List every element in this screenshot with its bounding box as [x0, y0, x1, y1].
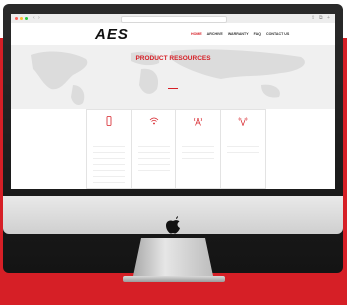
- smartphone-icon: [106, 116, 112, 126]
- main-menu: HOME ARCHIVE WARRANTY FAQ CONTACT US: [191, 32, 293, 36]
- divider: [182, 158, 214, 159]
- imac-monitor: ‹ › ⇪ ⧉ + AES HOME ARCHIVE WARRANTY FAQ …: [3, 4, 343, 282]
- menu-item-warranty[interactable]: WARRANTY: [228, 32, 249, 36]
- menu-item-faq[interactable]: FAQ: [254, 32, 261, 36]
- divider: [93, 152, 125, 153]
- back-icon[interactable]: ‹: [33, 16, 35, 21]
- share-icon[interactable]: ⇪: [311, 16, 315, 21]
- divider: [182, 152, 214, 153]
- radio-tower-icon: [194, 117, 202, 126]
- hero-divider: [168, 88, 178, 89]
- apple-logo-icon: [166, 216, 180, 234]
- close-window-icon[interactable]: [15, 17, 18, 20]
- antenna-icon: [238, 117, 247, 126]
- browser-screen: ‹ › ⇪ ⧉ + AES HOME ARCHIVE WARRANTY FAQ …: [11, 14, 335, 189]
- divider: [226, 152, 259, 153]
- card-cellular[interactable]: [86, 109, 132, 189]
- divider: [137, 164, 170, 165]
- resource-cards: [86, 109, 266, 189]
- maximize-window-icon[interactable]: [25, 17, 28, 20]
- card-wireless-lan[interactable]: [175, 109, 221, 189]
- divider: [93, 176, 125, 177]
- divider: [137, 158, 170, 159]
- menu-item-archive[interactable]: ARCHIVE: [207, 32, 223, 36]
- minimize-window-icon[interactable]: [20, 17, 23, 20]
- divider: [226, 146, 259, 147]
- new-tab-icon[interactable]: +: [327, 16, 330, 21]
- divider: [93, 170, 125, 171]
- tabs-icon[interactable]: ⧉: [319, 16, 323, 21]
- card-mobile[interactable]: [219, 109, 266, 189]
- divider: [137, 146, 170, 147]
- divider: [93, 164, 125, 165]
- menu-item-home[interactable]: HOME: [191, 32, 202, 36]
- divider: [93, 182, 125, 183]
- divider: [137, 152, 170, 153]
- wifi-icon: [149, 117, 158, 125]
- site-logo[interactable]: AES: [95, 26, 129, 43]
- monitor-base: [123, 276, 225, 282]
- card-wifi[interactable]: [130, 109, 177, 189]
- divider: [93, 146, 125, 147]
- divider: [137, 170, 170, 171]
- divider: [182, 146, 214, 147]
- forward-icon[interactable]: ›: [38, 16, 40, 21]
- divider: [93, 158, 125, 159]
- hero-title: PRODUCT RESOURCES: [135, 55, 211, 62]
- url-bar[interactable]: [121, 16, 227, 23]
- monitor-stand: [133, 238, 213, 276]
- menu-item-contact-us[interactable]: CONTACT US: [266, 32, 289, 36]
